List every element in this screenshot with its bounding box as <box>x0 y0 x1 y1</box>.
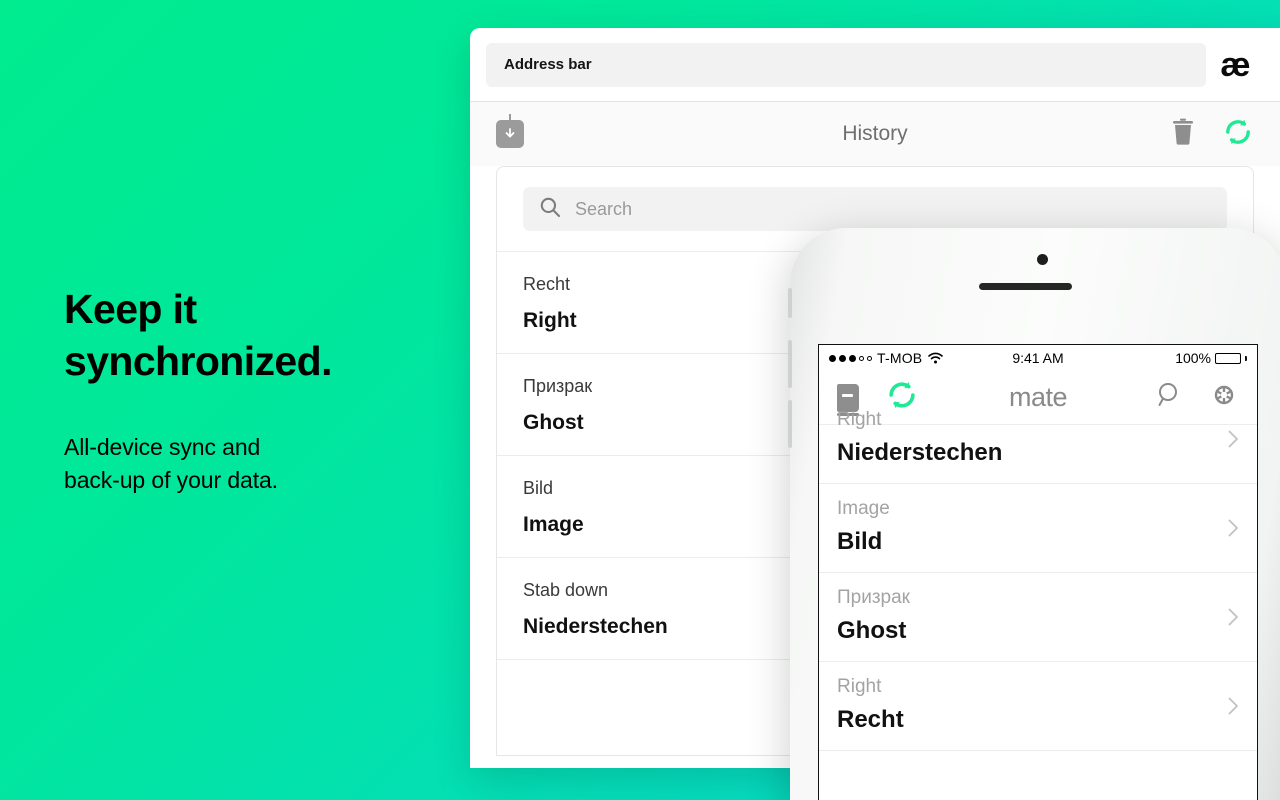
search-icon[interactable] <box>1155 380 1185 415</box>
battery-cap <box>1245 355 1247 361</box>
phone-device: T-MOB 9:41 AM 100% mate Right Niederstec… <box>788 228 1280 800</box>
row-source: Right <box>837 676 882 697</box>
phone-toolbar-actions <box>1155 380 1239 415</box>
promo-block: Keep it synchronized. All-device sync an… <box>64 284 464 497</box>
phone-list: Right Niederstechen Image Bild Призрак G… <box>819 395 1257 751</box>
row-source: Призрак <box>837 587 910 608</box>
address-bar-text: Address bar <box>504 56 592 73</box>
chevron-right-icon <box>1228 519 1239 537</box>
chevron-right-icon <box>1228 697 1239 715</box>
signal-strength-icon <box>829 354 872 362</box>
gear-icon[interactable] <box>1209 380 1239 415</box>
chevron-right-icon <box>1228 608 1239 626</box>
promo-headline: Keep it synchronized. <box>64 286 332 384</box>
download-icon-stem <box>509 114 511 126</box>
search-icon <box>539 196 561 223</box>
address-bar-input[interactable]: Address bar <box>486 42 1206 87</box>
history-toolbar: History <box>470 102 1280 166</box>
phone-bezel <box>790 228 1280 344</box>
battery-body <box>1215 352 1241 364</box>
row-target: Niederstechen <box>837 439 1003 466</box>
chevron-right-icon <box>1228 430 1239 448</box>
list-item[interactable]: Right Recht <box>819 662 1257 751</box>
page-title: History <box>842 122 908 145</box>
list-item[interactable]: Призрак Ghost <box>819 573 1257 662</box>
row-target: Ghost <box>837 617 907 644</box>
front-camera <box>1037 254 1048 265</box>
phone-screen: T-MOB 9:41 AM 100% mate Right Niederstec… <box>818 344 1258 800</box>
trash-icon[interactable] <box>1170 118 1196 151</box>
status-bar: T-MOB 9:41 AM 100% <box>819 345 1257 371</box>
battery-indicator: 100% <box>1175 350 1247 366</box>
search-input[interactable]: Search <box>523 187 1227 231</box>
row-target: Recht <box>837 706 904 733</box>
history-actions <box>1170 116 1254 153</box>
brand-logo: æ <box>1220 45 1250 84</box>
browser-chrome: Address bar æ <box>470 28 1280 102</box>
battery-percent: 100% <box>1175 350 1211 366</box>
carrier-label: T-MOB <box>877 350 923 366</box>
promo-subline: All-device sync and back-up of your data… <box>64 434 278 493</box>
volume-up-button[interactable] <box>788 340 792 388</box>
search-placeholder: Search <box>575 198 633 219</box>
download-icon[interactable] <box>496 114 524 148</box>
sync-icon[interactable] <box>1222 116 1254 153</box>
earpiece-speaker <box>979 283 1072 290</box>
wifi-icon <box>928 352 944 364</box>
row-source: Image <box>837 498 890 519</box>
list-item[interactable]: Image Bild <box>819 484 1257 573</box>
volume-down-button[interactable] <box>788 400 792 448</box>
row-target: Bild <box>837 528 883 555</box>
